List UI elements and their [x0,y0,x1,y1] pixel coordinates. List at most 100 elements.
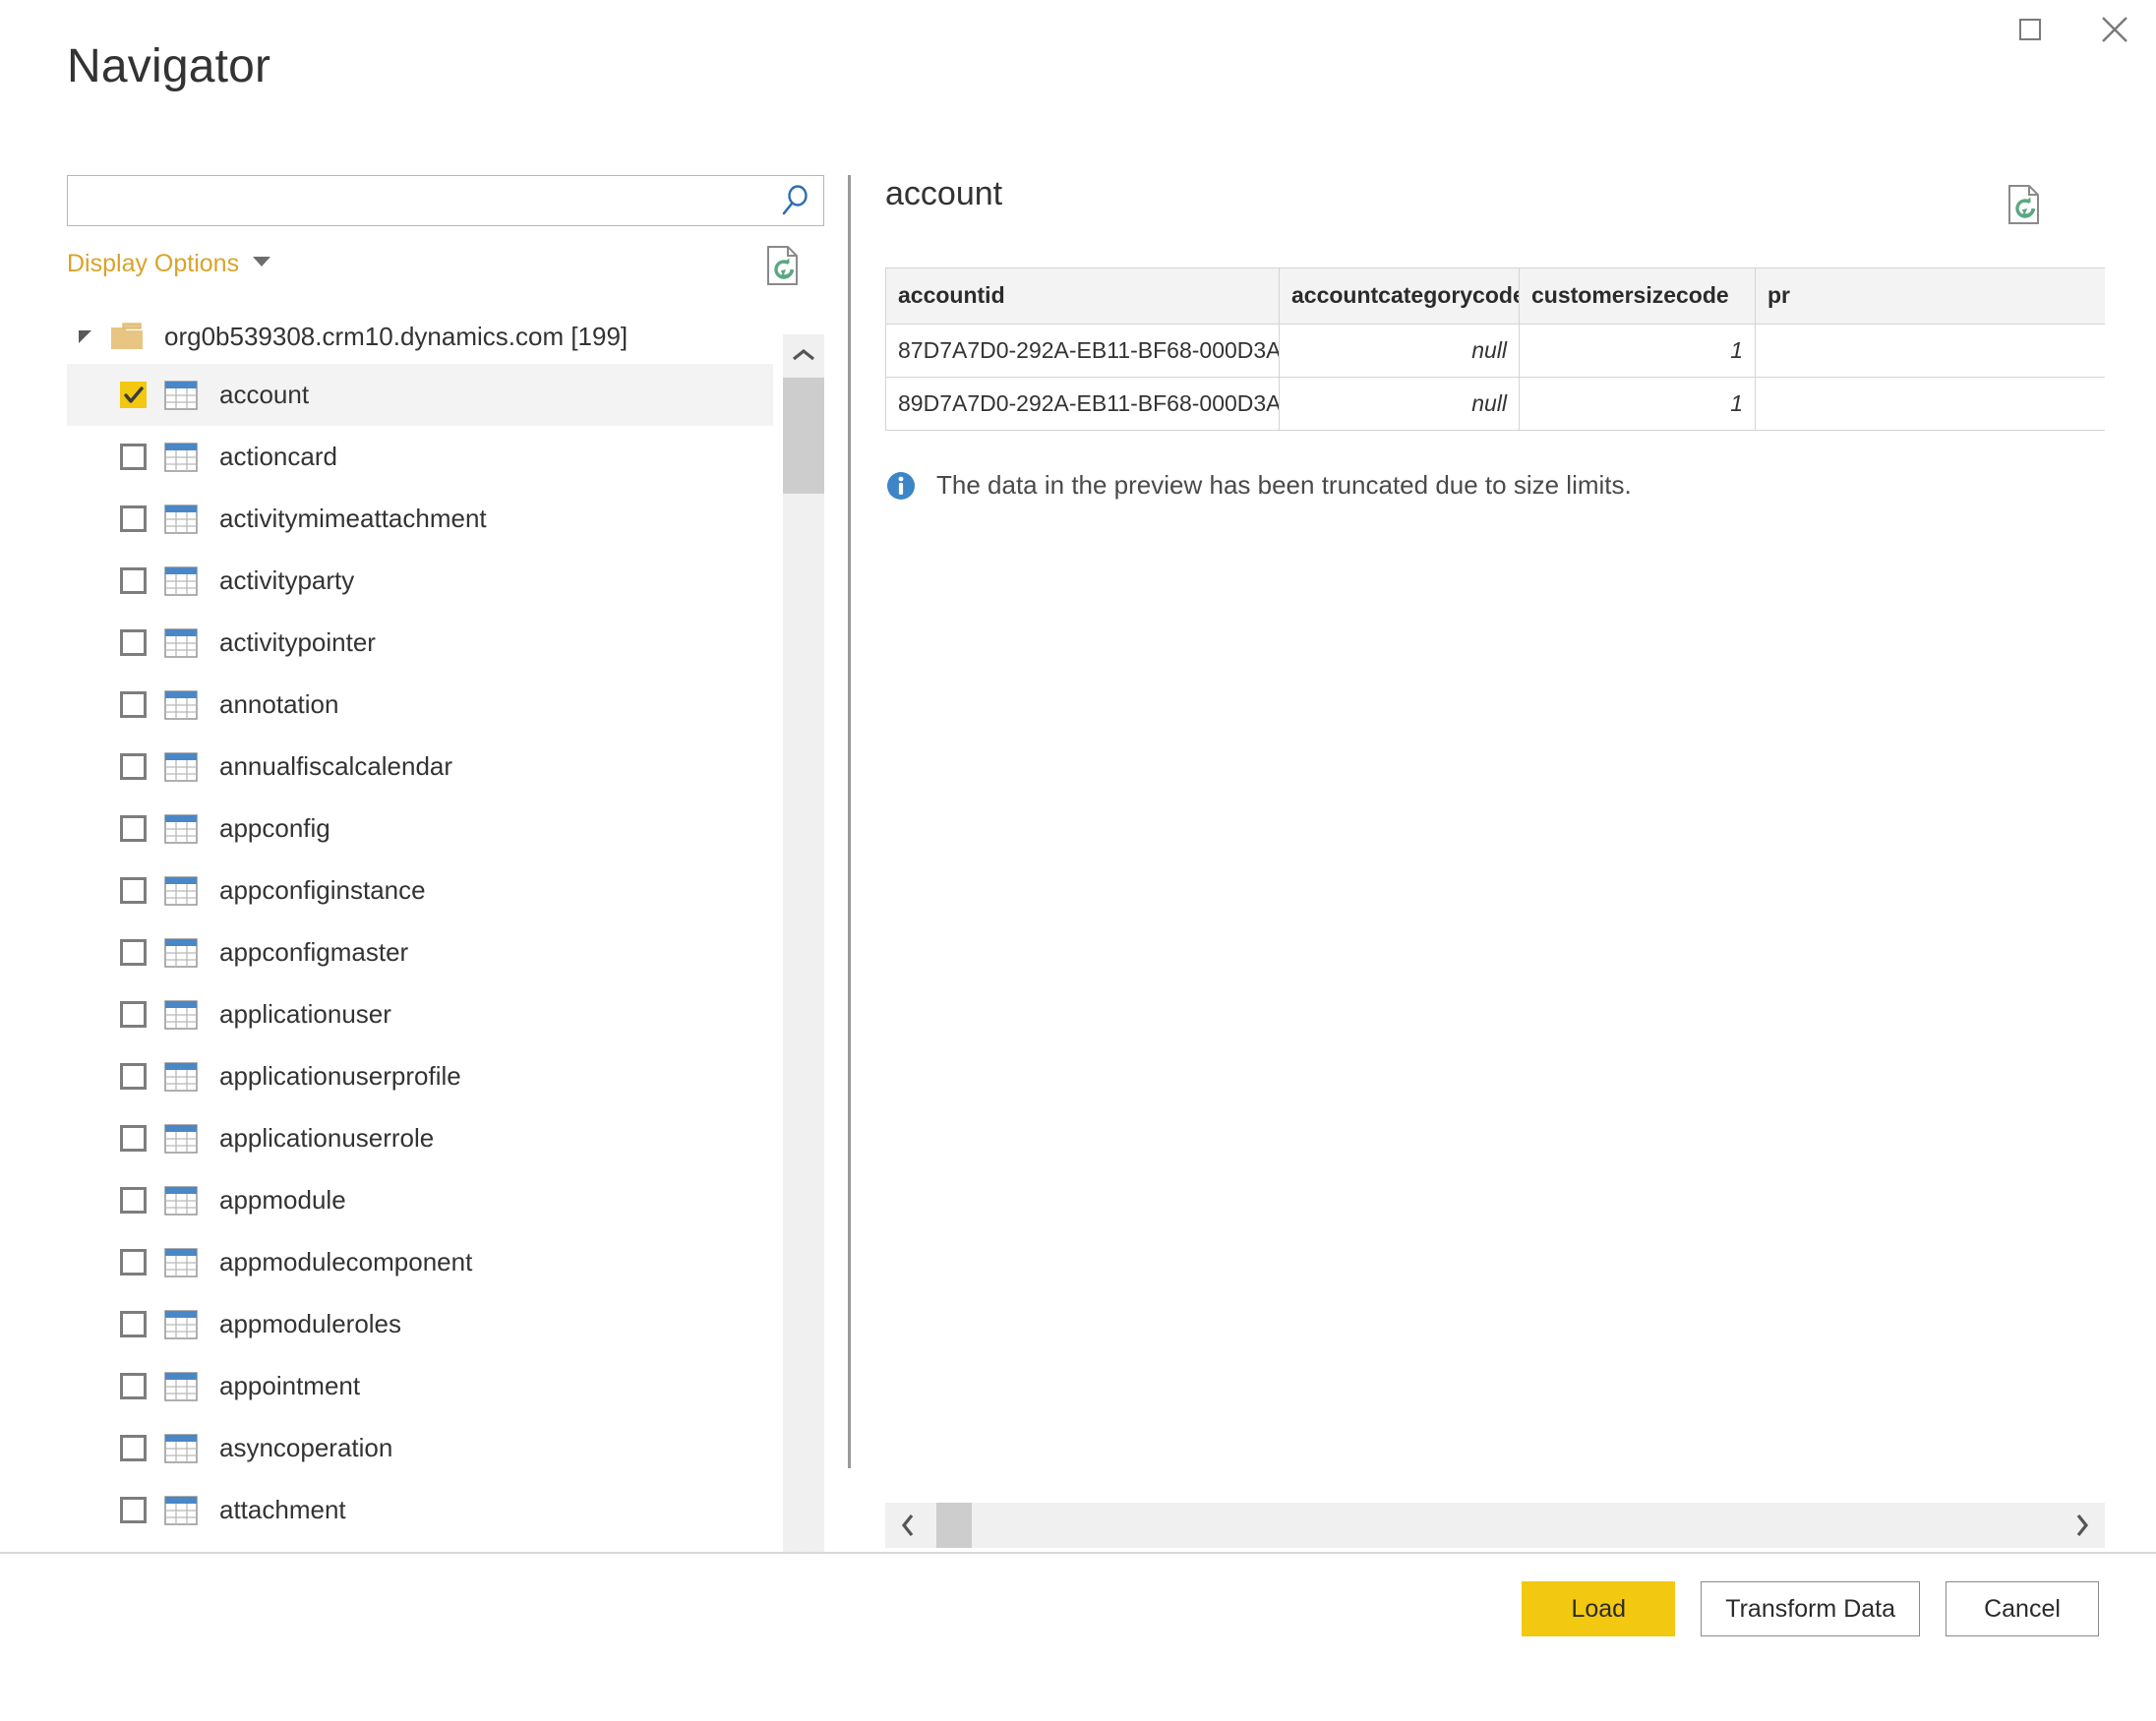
column-header[interactable]: accountid [885,268,1280,325]
pane-divider [848,175,851,1468]
column-header[interactable]: pr [1755,268,2105,325]
checkbox-unchecked[interactable] [120,505,147,532]
checkbox-unchecked[interactable] [120,567,147,594]
preview-header: account [885,175,2105,244]
checkbox-unchecked[interactable] [120,1497,147,1523]
display-options-button[interactable]: Display Options [67,250,271,278]
checkmark-icon [123,386,144,403]
table-icon [164,442,198,472]
column-header[interactable]: accountcategorycode [1279,268,1520,325]
checkbox-unchecked[interactable] [120,753,147,780]
table-icon [164,1433,198,1463]
cell-accountid: 87D7A7D0-292A-EB11-BF68-000D3AFC74D7 [885,323,1280,378]
tree-item-appconfiginstance[interactable]: appconfiginstance [67,860,773,921]
tree-item-label: appmodulecomponent [219,1247,473,1276]
scroll-up-button[interactable] [783,334,824,376]
transform-data-button[interactable]: Transform Data [1701,1581,1920,1636]
checkbox-unchecked[interactable] [120,1311,147,1337]
preview-table: accountid accountcategorycode customersi… [885,268,2105,431]
tree-item-activityparty[interactable]: activityparty [67,550,773,612]
expander-expanded-icon[interactable] [79,329,91,343]
table-icon [164,999,198,1030]
tree-item-appconfigmaster[interactable]: appconfigmaster [67,921,773,983]
tree-item-label: activitymimeattachment [219,504,487,533]
display-options-label: Display Options [67,250,240,277]
close-button[interactable] [2091,6,2138,53]
tree-item-label: applicationuser [219,999,391,1029]
cell-pr [1755,323,2105,378]
cell-customersizecode: 1 [1519,376,1756,431]
table-row[interactable]: 89D7A7D0-292A-EB11-BF68-000D3AFC74D7 nul… [885,376,2105,431]
tree-item-label: appmodule [219,1185,346,1215]
tree-item-appmoduleroles[interactable]: appmoduleroles [67,1293,773,1355]
checkbox-unchecked[interactable] [120,691,147,718]
checkbox-unchecked[interactable] [120,815,147,842]
checkbox-unchecked[interactable] [120,877,147,904]
scroll-thumb-horizontal[interactable] [936,1503,972,1548]
tree-item-applicationuserprofile[interactable]: applicationuserprofile [67,1045,773,1107]
table-icon [164,937,198,968]
table-icon [164,565,198,596]
checkbox-unchecked[interactable] [120,1001,147,1028]
search-input[interactable] [68,176,756,225]
truncation-notice-text: The data in the preview has been truncat… [936,470,1632,500]
load-button[interactable]: Load [1522,1581,1676,1636]
refresh-preview-icon[interactable] [2005,183,2044,226]
tree-item-label: appointment [219,1371,361,1400]
tree-item-asyncoperation[interactable]: asyncoperation [67,1417,773,1479]
table-row[interactable]: 87D7A7D0-292A-EB11-BF68-000D3AFC74D7 nul… [885,323,2105,378]
checkbox-unchecked[interactable] [120,1435,147,1461]
dialog-footer: Load Transform Data Cancel [0,1552,2156,1721]
checkbox-unchecked[interactable] [120,1125,147,1152]
checkbox-unchecked[interactable] [120,1187,147,1214]
tree-item-label: appmoduleroles [219,1309,402,1338]
checkbox-unchecked[interactable] [120,1063,147,1090]
close-icon [2102,17,2127,42]
table-icon [164,1371,198,1401]
tree-item-actioncard[interactable]: actioncard [67,426,773,488]
preview-grid: accountid accountcategorycode customersi… [885,267,2105,431]
cancel-button[interactable]: Cancel [1946,1581,2099,1636]
checkbox-unchecked[interactable] [120,629,147,656]
tree-item-activitypointer[interactable]: activitypointer [67,612,773,674]
table-icon [164,1185,198,1216]
tree-item-appointment[interactable]: appointment [67,1355,773,1417]
scroll-right-button[interactable] [2060,1503,2105,1548]
checkbox-unchecked[interactable] [120,939,147,966]
table-icon [164,751,198,782]
search-box[interactable] [67,175,824,226]
table-icon [164,1247,198,1277]
checkbox-checked[interactable] [120,382,147,408]
tree-item-appmodule[interactable]: appmodule [67,1169,773,1231]
tree-item-label: appconfigmaster [219,937,409,967]
tree-item-account[interactable]: account [67,364,773,426]
restore-button[interactable] [2006,6,2054,53]
refresh-preview-icon[interactable] [763,244,803,287]
tree-item-appmodulecomponent[interactable]: appmodulecomponent [67,1231,773,1293]
preview-horizontal-scrollbar[interactable] [885,1503,2105,1548]
table-icon [164,1495,198,1525]
column-header[interactable]: customersizecode [1519,268,1756,325]
checkbox-unchecked[interactable] [120,444,147,470]
tree-item-applicationuserrole[interactable]: applicationuserrole [67,1107,773,1169]
tree-item-attachment[interactable]: attachment [67,1479,773,1541]
tree-item-activitymimeattachment[interactable]: activitymimeattachment [67,488,773,550]
cell-accountcategorycode: null [1279,323,1520,378]
checkbox-unchecked[interactable] [120,1249,147,1276]
tree-item-annotation[interactable]: annotation [67,674,773,736]
tree-root-node[interactable]: org0b539308.crm10.dynamics.com [199] [67,309,773,364]
table-icon [164,380,198,410]
scroll-left-button[interactable] [885,1503,930,1548]
tree-item-appconfig[interactable]: appconfig [67,798,773,860]
info-icon [887,471,915,500]
tree-item-annualfiscalcalendar[interactable]: annualfiscalcalendar [67,736,773,798]
table-icon [164,1123,198,1154]
folder-icon [111,323,143,349]
tree-vertical-scrollbar[interactable] [783,334,824,1577]
tree-item-applicationuser[interactable]: applicationuser [67,983,773,1045]
checkbox-unchecked[interactable] [120,1373,147,1399]
scroll-thumb-vertical[interactable] [783,378,824,494]
footer-buttons: Load Transform Data Cancel [1522,1581,2099,1636]
search-icon[interactable] [778,184,811,217]
tree-item-label: activityparty [219,565,355,595]
